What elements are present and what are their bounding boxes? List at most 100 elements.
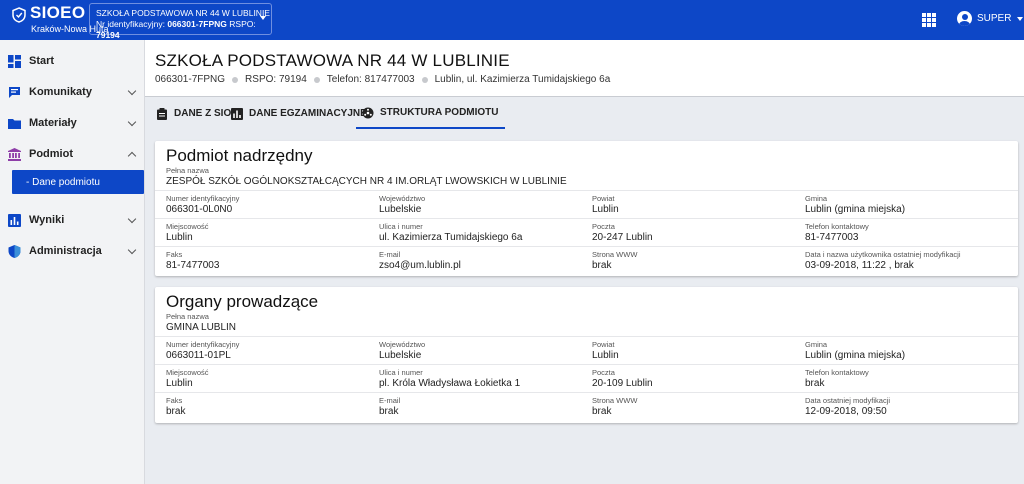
field-value: brak xyxy=(592,406,612,417)
field-label: Gmina xyxy=(805,340,828,349)
field-label: Powiat xyxy=(592,340,615,349)
institution-icon xyxy=(8,147,21,161)
bar-chart-icon xyxy=(231,107,243,120)
field-label: Województwo xyxy=(379,340,426,349)
chevron-down-icon xyxy=(260,16,266,20)
field-label: Ulica i numer xyxy=(379,368,423,377)
field-value: ZESPÓŁ SZKÓŁ OGÓLNOKSZTAŁCĄCYCH NR 4 IM.… xyxy=(166,176,567,187)
field-value: brak xyxy=(379,406,399,417)
field-value: Lublin (gmina miejska) xyxy=(805,204,906,215)
field-value: 81-7477003 xyxy=(805,232,859,243)
entity-id: 066301-7FPNG xyxy=(155,74,226,85)
field-value: 12-09-2018, 09:50 xyxy=(805,406,887,417)
field-value: Lubelskie xyxy=(379,204,422,215)
field-value: Lublin xyxy=(592,204,619,215)
field-value: 066301-0L0N0 xyxy=(166,204,233,215)
sidebar-item-wyniki[interactable]: Wyniki xyxy=(0,208,145,232)
divider xyxy=(155,190,1018,191)
field-value: 20-247 Lublin xyxy=(592,232,653,243)
tab-dane-egzaminacyjne[interactable]: DANE EGZAMINACYJNE xyxy=(225,98,373,129)
field-label: Gmina xyxy=(805,194,828,203)
field-label: Pełna nazwa xyxy=(166,166,209,175)
sidebar-item-administracja[interactable]: Administracja xyxy=(0,239,145,263)
field-value: ul. Kazimierza Tumidajskiego 6a xyxy=(379,232,523,243)
parent-entity-card: Podmiot nadrzędny Pełna nazwa ZESPÓŁ SZK… xyxy=(155,141,1018,276)
separator-dot xyxy=(421,76,428,83)
field-label: Numer identyfikacyjny xyxy=(166,340,240,349)
field-label: Numer identyfikacyjny xyxy=(166,194,240,203)
field-value: Lublin xyxy=(592,350,619,361)
field-value: 0663011-01PL xyxy=(166,350,231,361)
entity-phone: Telefon: 817477003 xyxy=(326,74,415,85)
divider xyxy=(155,218,1018,219)
field-label: Telefon kontaktowy xyxy=(805,222,869,231)
school-selector[interactable]: SZKOŁA PODSTAWOWA NR 44 W LUBLINIE Nr id… xyxy=(89,3,272,40)
field-label: Data ostatniej modyfikacji xyxy=(805,396,891,405)
field-label: Faks xyxy=(166,396,183,405)
field-value: GMINA LUBLIN xyxy=(166,322,237,333)
entity-rspo: RSPO: 79194 xyxy=(245,74,307,85)
chevron-down-icon xyxy=(127,245,137,255)
chevron-down-icon xyxy=(127,214,137,224)
apps-grid-icon[interactable] xyxy=(922,13,936,27)
sidebar-subitem-dane-podmiotu[interactable]: - Dane podmiotu xyxy=(12,170,144,194)
divider xyxy=(155,336,1018,337)
page-title: SZKOŁA PODSTAWOWA NR 44 W LUBLINIE xyxy=(155,51,510,70)
field-value: 20-109 Lublin xyxy=(592,378,653,389)
field-label: Powiat xyxy=(592,194,615,203)
field-label: Pełna nazwa xyxy=(166,312,209,321)
shield-icon xyxy=(8,244,21,258)
field-value: 03-09-2018, 11:22 , brak xyxy=(805,260,914,271)
field-label: Ulica i numer xyxy=(379,222,423,231)
top-bar: SIOEO Kraków-Nowa Huta SZKOŁA PODSTAWOWA… xyxy=(0,0,1024,40)
separator-dot xyxy=(232,76,239,83)
logo-shield-icon xyxy=(12,7,26,23)
sidebar-item-materialy[interactable]: Materiały xyxy=(0,111,145,135)
chevron-down-icon xyxy=(1017,16,1024,21)
tab-bar: DANE Z SIO DANE EGZAMINACYJNE STRUKTURA … xyxy=(145,98,1024,129)
field-label: Strona WWW xyxy=(592,250,638,259)
entity-meta: 066301-7FPNG RSPO: 79194 Telefon: 817477… xyxy=(155,74,610,85)
clipboard-icon xyxy=(157,107,167,120)
tab-struktura-podmiotu[interactable]: STRUKTURA PODMIOTU xyxy=(356,98,505,129)
field-label: E-mail xyxy=(379,396,401,405)
chevron-up-icon xyxy=(127,151,137,161)
page-header: SZKOŁA PODSTAWOWA NR 44 W LUBLINIE 06630… xyxy=(145,40,1024,97)
field-value: 81-7477003 xyxy=(166,260,220,271)
chart-icon xyxy=(8,213,21,227)
field-label: Faks xyxy=(166,250,183,259)
governing-body-card: Organy prowadzące Pełna nazwa GMINA LUBL… xyxy=(155,287,1018,423)
section-title: Organy prowadzące xyxy=(166,292,319,311)
field-value: brak xyxy=(805,378,825,389)
sidebar-item-podmiot[interactable]: Podmiot xyxy=(0,142,145,166)
field-value: brak xyxy=(592,260,612,271)
message-icon xyxy=(9,86,20,98)
field-label: Strona WWW xyxy=(592,396,638,405)
field-label: Miejscowość xyxy=(166,222,209,231)
chevron-down-icon xyxy=(127,86,137,96)
field-value: Lublin (gmina miejska) xyxy=(805,350,906,361)
field-label: Województwo xyxy=(379,194,426,203)
user-name: SUPER xyxy=(977,13,1012,24)
field-label: Poczta xyxy=(592,222,615,231)
field-value: Lublin xyxy=(166,378,193,389)
dashboard-icon xyxy=(8,54,21,68)
sidebar: Start Komunikaty Materiały Podmiot - Dan… xyxy=(0,40,145,484)
field-label: E-mail xyxy=(379,250,401,259)
field-value: zso4@um.lublin.pl xyxy=(379,260,461,271)
field-label: Poczta xyxy=(592,368,615,377)
sidebar-item-start[interactable]: Start xyxy=(0,49,145,73)
separator-dot xyxy=(313,76,320,83)
school-selector-ids: Nr identyfikacyjny: 066301-7FPNG RSPO: 7… xyxy=(96,19,256,40)
field-value: Lublin xyxy=(166,232,193,243)
account-icon xyxy=(957,11,972,26)
field-label: Miejscowość xyxy=(166,368,209,377)
user-menu[interactable]: SUPER xyxy=(957,11,1024,26)
field-value: Lubelskie xyxy=(379,350,422,361)
section-title: Podmiot nadrzędny xyxy=(166,146,313,165)
hub-icon xyxy=(362,107,374,118)
sidebar-item-komunikaty[interactable]: Komunikaty xyxy=(0,80,145,104)
divider xyxy=(155,246,1018,247)
entity-address: Lublin, ul. Kazimierza Tumidajskiego 6a xyxy=(434,74,611,85)
divider xyxy=(155,364,1018,365)
